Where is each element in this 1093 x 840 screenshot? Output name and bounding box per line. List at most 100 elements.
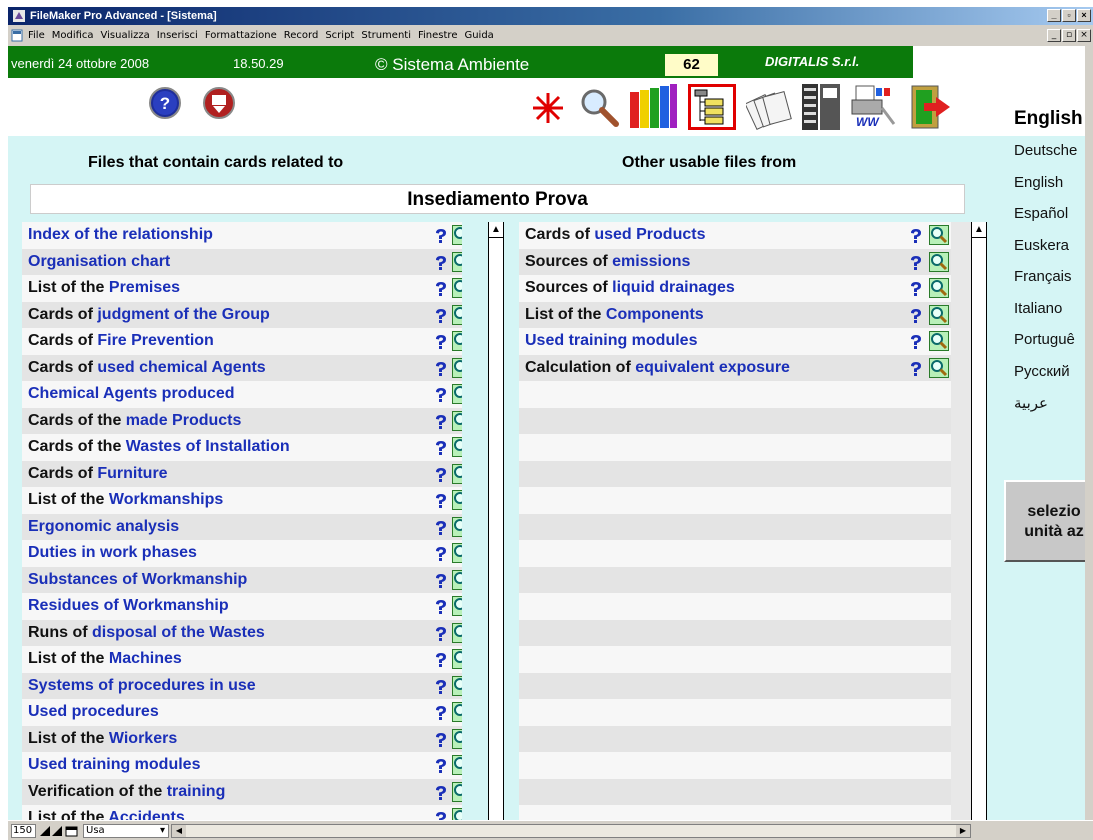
list-item-link[interactable]: Index of the relationship bbox=[28, 226, 213, 243]
list-item-link[interactable]: equivalent exposure bbox=[635, 359, 790, 376]
magnifier-icon[interactable] bbox=[452, 675, 462, 696]
magnifier-icon[interactable] bbox=[452, 251, 462, 272]
menu-guida[interactable]: Guida bbox=[464, 30, 493, 41]
magnifier-icon[interactable] bbox=[452, 543, 462, 563]
doc-close-button[interactable]: × bbox=[1077, 29, 1091, 42]
list-item-link[interactable]: Residues of Workmanship bbox=[28, 597, 229, 614]
magnifier-icon[interactable] bbox=[452, 304, 462, 325]
binders-icon[interactable] bbox=[628, 82, 678, 130]
help-question-icon[interactable] bbox=[909, 228, 923, 243]
scroll-right-arrow-icon[interactable]: ▶ bbox=[956, 825, 970, 837]
magnifier-icon[interactable] bbox=[929, 331, 949, 351]
list-item[interactable]: Systems of procedures in use bbox=[22, 672, 462, 699]
help-question-icon[interactable] bbox=[434, 758, 448, 773]
help-question-icon[interactable] bbox=[434, 414, 448, 429]
print-icon[interactable]: WW bbox=[850, 84, 898, 130]
magnifier-icon[interactable] bbox=[452, 278, 462, 298]
magnifier-icon[interactable] bbox=[452, 622, 462, 643]
language-option[interactable]: عربية bbox=[1014, 394, 1048, 412]
list-item[interactable]: Residues of Workmanship bbox=[22, 593, 462, 620]
record-list-button[interactable] bbox=[688, 84, 736, 130]
doc-minimize-button[interactable]: _ bbox=[1047, 29, 1061, 42]
help-question-icon[interactable] bbox=[434, 387, 448, 402]
list-item-link[interactable]: liquid drainages bbox=[612, 279, 735, 296]
scroll-left-arrow-icon[interactable]: ◀ bbox=[172, 825, 186, 837]
list-item[interactable]: Sources of liquid drainages bbox=[519, 275, 951, 302]
minimize-button[interactable]: _ bbox=[1047, 9, 1061, 22]
select-unit-button[interactable]: selezio unità az bbox=[1004, 480, 1093, 562]
magnifier-icon[interactable] bbox=[929, 304, 949, 325]
help-question-icon[interactable] bbox=[434, 228, 448, 243]
scroll-up-arrow-icon[interactable]: ▲ bbox=[972, 222, 986, 238]
list-item[interactable]: Organisation chart bbox=[22, 248, 462, 275]
list-item-link[interactable]: disposal of the Wastes bbox=[92, 624, 265, 641]
back-icon[interactable] bbox=[202, 86, 236, 120]
list-item[interactable]: Cards of used Products bbox=[519, 222, 951, 249]
magnifier-icon[interactable] bbox=[452, 463, 462, 484]
list-item[interactable]: Cards of the made Products bbox=[22, 407, 462, 434]
list-item-link[interactable]: Components bbox=[606, 306, 704, 323]
help-icon[interactable]: ? bbox=[148, 86, 182, 120]
list-item-link[interactable]: Ergonomic analysis bbox=[28, 518, 179, 535]
list-item[interactable]: Cards of Furniture bbox=[22, 460, 462, 487]
cabinet-icon[interactable] bbox=[800, 82, 842, 132]
list-item[interactable]: List of the Accidents bbox=[22, 805, 462, 820]
language-option[interactable]: Italiano bbox=[1014, 300, 1062, 317]
list-item-link[interactable]: Accidents bbox=[108, 809, 184, 820]
list-item[interactable]: Substances of Workmanship bbox=[22, 566, 462, 593]
help-question-icon[interactable] bbox=[434, 785, 448, 800]
menu-visualizza[interactable]: Visualizza bbox=[101, 30, 150, 41]
close-button[interactable]: × bbox=[1077, 9, 1091, 22]
magnifier-icon[interactable] bbox=[452, 649, 462, 669]
magnifier-icon[interactable] bbox=[929, 357, 949, 378]
list-item[interactable]: Cards of the Wastes of Installation bbox=[22, 434, 462, 461]
language-option[interactable]: Español bbox=[1014, 205, 1068, 222]
search-icon[interactable] bbox=[578, 86, 620, 128]
list-item-link[interactable]: Workmanships bbox=[109, 491, 223, 508]
list-item-link[interactable]: Used training modules bbox=[28, 756, 200, 773]
list-item-link[interactable]: training bbox=[167, 783, 226, 800]
help-question-icon[interactable] bbox=[434, 334, 448, 349]
magnifier-icon[interactable] bbox=[452, 702, 462, 722]
list-item-link[interactable]: judgment of the Group bbox=[97, 306, 269, 323]
list-item[interactable]: Cards of used chemical Agents bbox=[22, 354, 462, 381]
help-question-icon[interactable] bbox=[434, 493, 448, 508]
help-question-icon[interactable] bbox=[434, 520, 448, 535]
list-item[interactable]: Calculation of equivalent exposure bbox=[519, 354, 951, 381]
magnifier-icon[interactable] bbox=[452, 490, 462, 510]
magnifier-icon[interactable] bbox=[452, 728, 462, 749]
list-item[interactable]: List of the Wiorkers bbox=[22, 725, 462, 752]
magnifier-icon[interactable] bbox=[929, 251, 949, 272]
help-question-icon[interactable] bbox=[434, 255, 448, 270]
list-item-link[interactable]: Machines bbox=[109, 650, 182, 667]
list-item-link[interactable]: emissions bbox=[612, 253, 690, 270]
help-question-icon[interactable] bbox=[434, 281, 448, 296]
list-item[interactable]: Verification of the training bbox=[22, 778, 462, 805]
help-question-icon[interactable] bbox=[434, 705, 448, 720]
menu-modifica[interactable]: Modifica bbox=[52, 30, 94, 41]
list-item[interactable]: Duties in work phases bbox=[22, 540, 462, 567]
help-question-icon[interactable] bbox=[434, 811, 448, 820]
list-item-link[interactable]: Furniture bbox=[97, 465, 167, 482]
help-question-icon[interactable] bbox=[434, 732, 448, 747]
help-question-icon[interactable] bbox=[434, 599, 448, 614]
zoom-level[interactable]: 150 bbox=[11, 824, 36, 838]
magnifier-icon[interactable] bbox=[452, 755, 462, 775]
right-list-scrollbar[interactable]: ▲ bbox=[971, 222, 987, 820]
list-item[interactable]: Cards of judgment of the Group bbox=[22, 301, 462, 328]
help-question-icon[interactable] bbox=[909, 255, 923, 270]
list-item[interactable]: Used procedures bbox=[22, 699, 462, 726]
help-question-icon[interactable] bbox=[434, 652, 448, 667]
list-item-link[interactable]: used Products bbox=[594, 226, 705, 243]
magnifier-icon[interactable] bbox=[929, 278, 949, 298]
list-item[interactable]: Chemical Agents produced bbox=[22, 381, 462, 408]
menu-finestre[interactable]: Finestre bbox=[418, 30, 457, 41]
help-question-icon[interactable] bbox=[909, 334, 923, 349]
help-question-icon[interactable] bbox=[434, 440, 448, 455]
menu-record[interactable]: Record bbox=[284, 30, 319, 41]
list-item[interactable]: Index of the relationship bbox=[22, 222, 462, 249]
list-item[interactable]: List of the Premises bbox=[22, 275, 462, 302]
list-item-link[interactable]: Systems of procedures in use bbox=[28, 677, 256, 694]
magnifier-icon[interactable] bbox=[452, 569, 462, 590]
zoom-controls-icon[interactable] bbox=[39, 825, 79, 837]
